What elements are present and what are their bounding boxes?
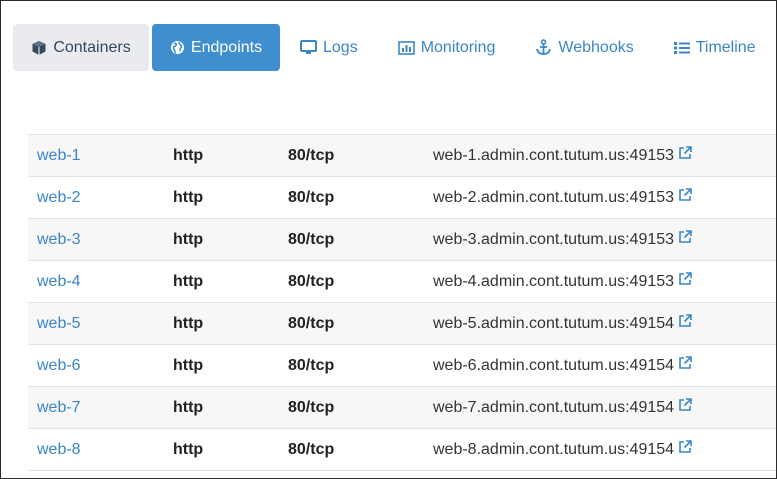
globe-icon (170, 40, 185, 55)
endpoint-port: 80/tcp (288, 188, 335, 206)
endpoint-url: web-2.admin.cont.tutum.us:49153 (433, 188, 675, 206)
endpoint-port: 80/tcp (288, 440, 335, 458)
tab-label: Endpoints (190, 38, 263, 56)
endpoint-protocol: http (173, 272, 204, 290)
external-link-icon[interactable] (678, 188, 692, 207)
endpoint-protocol: http (173, 146, 204, 164)
endpoints-panel: Containers Endpoints Logs Monitoring Web… (0, 0, 777, 479)
external-link-icon[interactable] (678, 440, 692, 459)
endpoint-url-cell: web-4.admin.cont.tutum.us:49153 (433, 272, 692, 291)
external-link-icon[interactable] (678, 230, 692, 249)
endpoint-url-cell: web-3.admin.cont.tutum.us:49153 (433, 230, 692, 249)
tab-label: Logs (323, 38, 358, 56)
endpoint-name-link[interactable]: web-7 (28, 399, 173, 417)
external-link-icon[interactable] (678, 146, 692, 165)
endpoint-protocol: http (173, 440, 204, 458)
endpoint-protocol: http (173, 188, 204, 206)
table-row: web-2 http 80/tcp web-2.admin.cont.tutum… (28, 176, 776, 218)
endpoint-url: web-4.admin.cont.tutum.us:49153 (433, 272, 675, 290)
table-row: web-8 http 80/tcp web-8.admin.cont.tutum… (28, 428, 776, 471)
table-row: web-1 http 80/tcp web-1.admin.cont.tutum… (28, 134, 776, 176)
endpoint-url-cell: web-6.admin.cont.tutum.us:49154 (433, 356, 692, 375)
tab-label: Containers (53, 38, 131, 56)
tab-label: Timeline (695, 38, 756, 56)
endpoint-port: 80/tcp (288, 146, 335, 164)
external-link-icon[interactable] (678, 314, 692, 333)
endpoint-url-cell: web-5.admin.cont.tutum.us:49154 (433, 314, 692, 333)
endpoint-protocol: http (173, 356, 204, 374)
endpoint-url-cell: web-8.admin.cont.tutum.us:49154 (433, 440, 692, 459)
tab-logs[interactable]: Logs (280, 24, 378, 71)
tab-monitoring[interactable]: Monitoring (378, 24, 516, 71)
monitor-icon (300, 40, 317, 55)
endpoint-name-link[interactable]: web-4 (28, 273, 173, 291)
endpoint-url: web-7.admin.cont.tutum.us:49154 (433, 398, 675, 416)
external-link-icon[interactable] (678, 272, 692, 291)
endpoint-name-link[interactable]: web-2 (28, 189, 173, 207)
table-row: web-7 http 80/tcp web-7.admin.cont.tutum… (28, 386, 776, 428)
endpoint-url: web-3.admin.cont.tutum.us:49153 (433, 230, 675, 248)
endpoint-name-link[interactable]: web-3 (28, 231, 173, 249)
endpoint-name-link[interactable]: web-5 (28, 315, 173, 333)
tab-webhooks[interactable]: Webhooks (515, 24, 653, 71)
endpoint-url-cell: web-1.admin.cont.tutum.us:49153 (433, 146, 692, 165)
endpoint-port: 80/tcp (288, 272, 335, 290)
table-row: web-4 http 80/tcp web-4.admin.cont.tutum… (28, 260, 776, 302)
endpoint-url: web-6.admin.cont.tutum.us:49154 (433, 356, 675, 374)
tab-timeline[interactable]: Timeline (654, 24, 776, 71)
endpoint-url: web-1.admin.cont.tutum.us:49153 (433, 146, 675, 164)
endpoint-protocol: http (173, 398, 204, 416)
endpoint-port: 80/tcp (288, 230, 335, 248)
endpoint-name-link[interactable]: web-8 (28, 441, 173, 459)
endpoint-protocol: http (173, 230, 204, 248)
external-link-icon[interactable] (678, 398, 692, 417)
bar-chart-icon (397, 40, 415, 55)
endpoint-url: web-8.admin.cont.tutum.us:49154 (433, 440, 675, 458)
tab-containers[interactable]: Containers (13, 24, 149, 71)
endpoint-port: 80/tcp (288, 314, 335, 332)
endpoint-url-cell: web-7.admin.cont.tutum.us:49154 (433, 398, 692, 417)
endpoints-table: web-1 http 80/tcp web-1.admin.cont.tutum… (28, 134, 776, 471)
table-row: web-6 http 80/tcp web-6.admin.cont.tutum… (28, 344, 776, 386)
external-link-icon[interactable] (678, 356, 692, 375)
endpoint-name-link[interactable]: web-1 (28, 147, 173, 165)
endpoint-name-link[interactable]: web-6 (28, 357, 173, 375)
endpoint-url-cell: web-2.admin.cont.tutum.us:49153 (433, 188, 692, 207)
anchor-icon (535, 39, 552, 56)
tab-bar: Containers Endpoints Logs Monitoring Web… (13, 24, 776, 71)
endpoint-port: 80/tcp (288, 356, 335, 374)
endpoint-port: 80/tcp (288, 398, 335, 416)
tab-label: Webhooks (558, 38, 634, 56)
table-row: web-5 http 80/tcp web-5.admin.cont.tutum… (28, 302, 776, 344)
tab-endpoints[interactable]: Endpoints (152, 24, 280, 71)
table-row: web-3 http 80/tcp web-3.admin.cont.tutum… (28, 218, 776, 260)
endpoint-protocol: http (173, 314, 204, 332)
tab-label: Monitoring (420, 38, 496, 56)
list-icon (673, 41, 690, 55)
endpoint-url: web-5.admin.cont.tutum.us:49154 (433, 314, 675, 332)
cube-icon (31, 40, 47, 56)
